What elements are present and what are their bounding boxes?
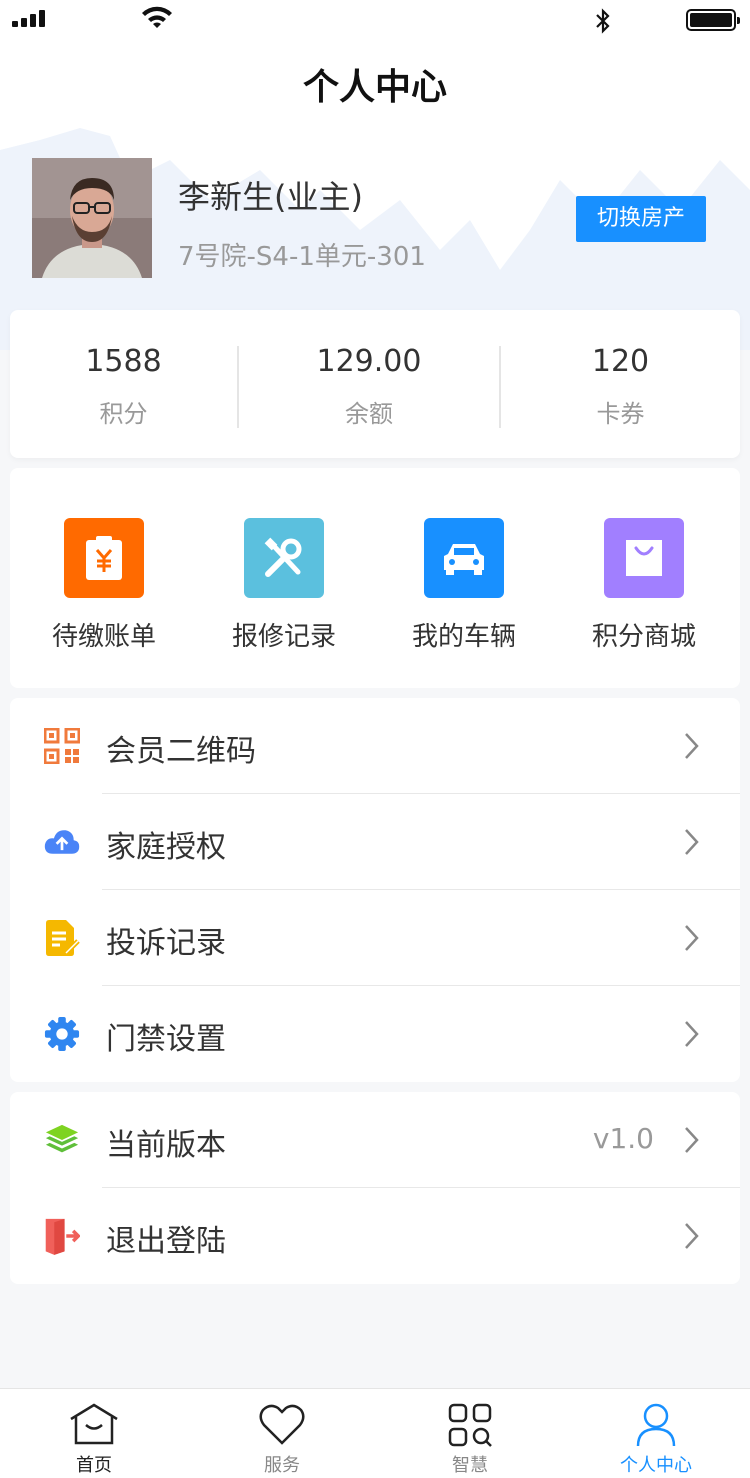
stat-balance[interactable]: 129.00 余额 <box>239 310 499 458</box>
menu-item-access-settings[interactable]: 门禁设置 <box>10 986 740 1082</box>
user-name: 李新生(业主) <box>178 178 363 216</box>
chevron-right-icon <box>685 733 699 759</box>
stat-label: 卡券 <box>596 400 645 428</box>
quick-action-label: 积分商城 <box>591 622 696 652</box>
stats-card: 1588 积分 129.00 余额 120 卡券 <box>10 310 740 458</box>
battery-icon <box>686 9 740 31</box>
stat-label: 积分 <box>99 400 148 428</box>
menu-item-label: 当前版本 <box>106 1128 226 1163</box>
quick-action-bills[interactable]: 待缴账单 <box>24 518 184 653</box>
menu-item-label: 门禁设置 <box>106 1022 226 1057</box>
qr-code-icon <box>44 728 80 764</box>
menu-item-label: 投诉记录 <box>106 926 226 961</box>
stat-points[interactable]: 1588 积分 <box>10 310 237 458</box>
status-bar <box>0 0 750 40</box>
tab-label: 智慧 <box>452 1455 488 1476</box>
repair-tools-icon <box>244 518 324 598</box>
menu-item-label: 会员二维码 <box>106 734 256 769</box>
tab-smart[interactable]: 智慧 <box>376 1389 564 1478</box>
tab-label: 个人中心 <box>620 1455 692 1476</box>
chevron-right-icon <box>685 1223 699 1249</box>
quick-action-label: 待缴账单 <box>51 622 156 652</box>
tab-label: 首页 <box>76 1455 112 1476</box>
logout-door-icon <box>44 1218 80 1255</box>
stat-value: 1588 <box>85 344 162 379</box>
version-value: v1.0 <box>592 1122 654 1155</box>
menu-item-family-auth[interactable]: 家庭授权 <box>10 794 740 890</box>
cloud-upload-icon <box>44 824 80 860</box>
grid-search-icon <box>448 1403 492 1447</box>
heart-icon <box>259 1404 305 1445</box>
chevron-right-icon <box>685 925 699 951</box>
tab-home[interactable]: 首页 <box>0 1389 188 1478</box>
chevron-right-icon <box>685 1021 699 1047</box>
person-icon <box>636 1403 676 1447</box>
page-title: 个人中心 <box>302 67 447 108</box>
user-address: 7号院-S4-1单元-301 <box>178 242 426 272</box>
menu-item-label: 家庭授权 <box>106 830 226 865</box>
signal-icon <box>12 10 45 27</box>
stat-coupons[interactable]: 120 卡券 <box>501 310 740 458</box>
menu-group-system: 当前版本 v1.0 退出登陆 <box>10 1092 740 1284</box>
quick-action-label: 报修记录 <box>231 622 336 652</box>
tab-bar: 首页 服务 智慧 个人中心 <box>0 1388 750 1478</box>
home-icon <box>70 1403 118 1445</box>
quick-action-repairs[interactable]: 报修记录 <box>204 518 364 653</box>
shopping-bag-icon <box>604 518 684 598</box>
menu-item-label: 退出登陆 <box>106 1224 226 1259</box>
menu-group-main: 会员二维码 家庭授权 投诉记录 门禁设置 <box>10 698 740 1082</box>
switch-property-button[interactable]: 切换房产 <box>576 196 706 242</box>
menu-item-member-qr[interactable]: 会员二维码 <box>10 698 740 794</box>
menu-item-version[interactable]: 当前版本 v1.0 <box>10 1092 740 1188</box>
chevron-right-icon <box>685 829 699 855</box>
layers-icon <box>44 1122 80 1158</box>
tab-label: 服务 <box>264 1455 300 1476</box>
stat-value: 120 <box>591 344 650 379</box>
tab-profile[interactable]: 个人中心 <box>562 1389 750 1478</box>
document-edit-icon <box>44 920 80 956</box>
menu-item-logout[interactable]: 退出登陆 <box>10 1188 740 1284</box>
car-icon <box>424 518 504 598</box>
tab-services[interactable]: 服务 <box>188 1389 376 1478</box>
quick-action-label: 我的车辆 <box>411 622 516 652</box>
quick-action-vehicles[interactable]: 我的车辆 <box>384 518 544 653</box>
avatar[interactable] <box>32 158 152 278</box>
stat-label: 余额 <box>345 400 393 428</box>
quick-action-mall[interactable]: 积分商城 <box>564 518 724 653</box>
stat-value: 129.00 <box>316 344 422 379</box>
wifi-icon <box>142 6 172 28</box>
menu-item-complaints[interactable]: 投诉记录 <box>10 890 740 986</box>
bluetooth-icon <box>596 8 610 34</box>
quick-actions-card: 待缴账单 报修记录 我的车辆 积分商城 <box>10 468 740 688</box>
bill-icon <box>64 518 144 598</box>
chevron-right-icon <box>685 1127 699 1153</box>
gear-icon <box>44 1016 80 1052</box>
